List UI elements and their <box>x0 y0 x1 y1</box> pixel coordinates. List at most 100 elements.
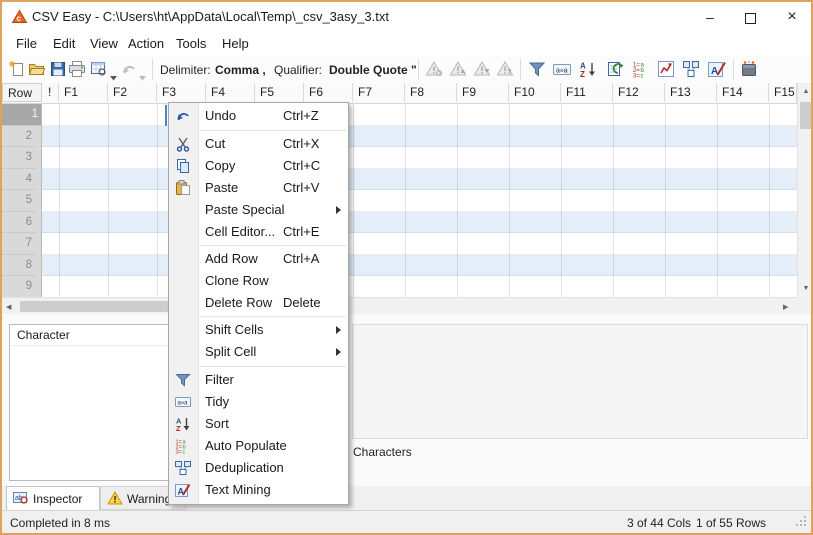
context-menu-item-copy[interactable]: CopyCtrl+C <box>169 155 348 177</box>
column-header[interactable]: F7 <box>353 83 405 102</box>
deduplication-icon[interactable] <box>682 60 702 80</box>
column-header[interactable]: F4 <box>206 83 255 102</box>
context-menu-item-cut[interactable]: CutCtrl+X <box>169 133 348 155</box>
close-button[interactable]: × <box>772 2 812 32</box>
grid-row[interactable] <box>42 276 797 297</box>
row-header[interactable]: 4 <box>2 169 36 191</box>
grid-row[interactable] <box>42 233 797 255</box>
column-header[interactable]: F15 <box>769 83 797 102</box>
sort-icon[interactable]: AZ <box>579 60 599 80</box>
grid-row[interactable] <box>42 126 797 148</box>
chart-icon[interactable] <box>657 60 677 80</box>
context-menu-item-delete-row[interactable]: Delete RowDelete <box>169 292 348 314</box>
context-menu-item-tidy[interactable]: a»aTidy <box>169 391 348 413</box>
context-menu-item-filter[interactable]: Filter <box>169 369 348 391</box>
context-menu-item-sort[interactable]: AZSort <box>169 413 348 435</box>
menu-item-label: Deduplication <box>205 457 284 479</box>
print-icon[interactable] <box>68 60 88 80</box>
grid-row[interactable] <box>42 147 797 169</box>
text-mining-icon[interactable]: A <box>708 60 728 80</box>
context-menu-item-clone-row[interactable]: Clone Row <box>169 270 348 292</box>
vertical-scrollbar-thumb[interactable] <box>800 102 812 129</box>
svg-text:A: A <box>711 66 718 77</box>
column-header[interactable]: F12 <box>613 83 665 102</box>
column-header[interactable]: Row <box>2 83 42 102</box>
menu-tools[interactable]: Tools <box>172 32 210 56</box>
column-header[interactable]: F10 <box>509 83 561 102</box>
undo-icon[interactable] <box>120 60 140 80</box>
column-header[interactable]: F13 <box>665 83 717 102</box>
context-menu-item-add-row[interactable]: Add RowCtrl+A <box>169 248 348 270</box>
maximize-button[interactable] <box>730 2 770 32</box>
minimize-button[interactable]: – <box>690 2 730 32</box>
scroll-left-icon[interactable]: ◀ <box>6 303 11 311</box>
scroll-down-icon[interactable]: ▼ <box>798 285 813 292</box>
toolbar-separator <box>152 59 153 80</box>
column-header[interactable]: F8 <box>405 83 457 102</box>
row-header[interactable]: 6 <box>2 212 36 234</box>
column-header[interactable]: F14 <box>717 83 769 102</box>
menu-help[interactable]: Help <box>218 32 253 56</box>
column-header[interactable]: F9 <box>457 83 509 102</box>
column-header[interactable]: F11 <box>561 83 613 102</box>
vertical-scrollbar[interactable]: ▲ ▼ <box>797 83 813 297</box>
context-menu-item-undo[interactable]: UndoCtrl+Z <box>169 105 348 127</box>
context-menu-item-cell-editor[interactable]: Cell Editor...Ctrl+E <box>169 221 348 243</box>
context-menu-item-shift-cells[interactable]: Shift Cells <box>169 319 348 341</box>
menu-edit[interactable]: Edit <box>49 32 79 56</box>
gridline <box>457 104 458 297</box>
row-header[interactable]: 9 <box>2 276 36 297</box>
grid-row[interactable] <box>42 255 797 277</box>
column-header[interactable]: F2 <box>108 83 157 102</box>
title-bar[interactable]: c CSV Easy - C:\Users\ht\AppData\Local\T… <box>2 2 811 32</box>
horizontal-scrollbar[interactable]: ◀ ▶ <box>2 297 797 314</box>
tab-inspector[interactable]: abInspector <box>6 486 100 510</box>
table-view-icon[interactable] <box>90 60 110 80</box>
delimiter-value[interactable]: Comma , <box>215 63 266 77</box>
qualifier-value[interactable]: Double Quote " <box>329 63 417 77</box>
row-header[interactable]: 8 <box>2 255 36 277</box>
menu-item-shortcut: Ctrl+C <box>283 155 320 177</box>
context-menu-item-deduplication[interactable]: Deduplication <box>169 457 348 479</box>
menu-file[interactable]: File <box>12 32 41 56</box>
context-menu-item-split-cell[interactable]: Split Cell <box>169 341 348 363</box>
grid-row[interactable] <box>42 169 797 191</box>
scroll-up-icon[interactable]: ▲ <box>798 88 813 95</box>
svg-text:c: c <box>17 14 22 23</box>
menu-item-label: Filter <box>205 369 234 391</box>
new-file-icon[interactable] <box>8 60 28 80</box>
row-header[interactable]: 5 <box>2 190 36 212</box>
column-header[interactable]: F3 <box>157 83 206 102</box>
tidy-icon[interactable]: a»a <box>553 60 573 80</box>
ignore-warning-icon[interactable] <box>425 60 445 80</box>
column-header[interactable]: F5 <box>255 83 304 102</box>
options-icon[interactable] <box>740 60 760 80</box>
all-warnings-icon[interactable] <box>496 60 516 80</box>
menu-view[interactable]: View <box>86 32 122 56</box>
maximize-icon <box>745 13 756 24</box>
row-header[interactable]: 1 <box>2 104 42 126</box>
next-warning-icon[interactable] <box>473 60 493 80</box>
scroll-right-icon[interactable]: ▶ <box>783 303 788 311</box>
context-menu-item-paste[interactable]: PasteCtrl+V <box>169 177 348 199</box>
filter-icon[interactable] <box>528 60 548 80</box>
context-menu-item-paste-special[interactable]: Paste Special <box>169 199 348 221</box>
numbering-icon[interactable]: 1=a2=b3=c <box>632 60 652 80</box>
grid-row[interactable] <box>42 104 797 126</box>
row-header[interactable]: 3 <box>2 147 36 169</box>
column-header[interactable]: F6 <box>304 83 353 102</box>
context-menu-item-text-mining[interactable]: AText Mining <box>169 479 348 501</box>
save-icon[interactable] <box>49 60 69 80</box>
column-header[interactable]: F1 <box>59 83 108 102</box>
row-header[interactable]: 2 <box>2 126 36 148</box>
previous-warning-icon[interactable] <box>449 60 469 80</box>
context-menu-item-auto-populate[interactable]: 1=a2=b3=cAuto Populate <box>169 435 348 457</box>
auto-populate-icon[interactable] <box>606 60 626 80</box>
resize-grip[interactable] <box>795 515 808 531</box>
menu-action[interactable]: Action <box>124 32 168 56</box>
column-header[interactable]: ! <box>42 83 59 102</box>
grid-row[interactable] <box>42 190 797 212</box>
open-file-icon[interactable] <box>28 60 48 80</box>
grid-row[interactable] <box>42 212 797 234</box>
row-header[interactable]: 7 <box>2 233 36 255</box>
